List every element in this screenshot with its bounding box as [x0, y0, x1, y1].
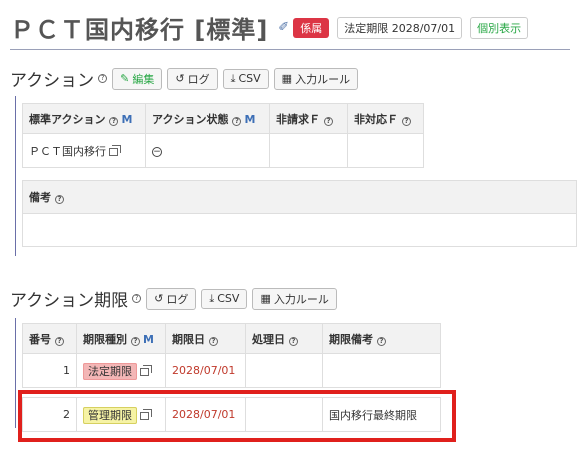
standard-action-cell: ＰＣＴ国内移行 — [22, 133, 146, 168]
col-processed-date[interactable]: 処理日? — [245, 323, 323, 354]
table-icon: ▦ — [260, 292, 271, 305]
table-row: 2 管理期限 2028/07/01 国内移行最終期限 — [22, 397, 441, 432]
remarks-value — [22, 213, 577, 247]
actions-section-title: アクション — [10, 71, 95, 91]
deadlines-section-title: アクション期限 — [10, 291, 129, 311]
processed-date-cell — [245, 397, 323, 432]
table-row: ＰＣＴ国内移行 − — [22, 133, 424, 168]
edit-icon: ✎ — [120, 72, 130, 85]
edit-icon[interactable]: ✐ — [278, 20, 289, 35]
non-claim-cell — [269, 133, 348, 168]
processed-date-cell — [245, 353, 323, 388]
help-icon[interactable]: ? — [132, 294, 142, 303]
status-badge: 係属 — [293, 17, 330, 38]
copy-icon[interactable] — [140, 364, 152, 376]
remarks-table: 備考? — [22, 180, 577, 247]
csv-button[interactable]: ⤓ CSV — [201, 288, 248, 309]
history-icon: ↺ — [175, 72, 185, 85]
number-cell: 2 — [22, 397, 77, 432]
csv-button[interactable]: ⤓ CSV — [222, 68, 269, 89]
row-spacer — [22, 387, 441, 398]
deadline-type-tag: 管理期限 — [83, 406, 137, 424]
help-icon[interactable]: ? — [98, 74, 108, 83]
download-icon: ⤓ — [209, 291, 215, 305]
section-divider — [15, 96, 16, 256]
legal-deadline-chip: 法定期限 2028/07/01 — [337, 16, 463, 39]
page-header: ＰＣＴ国内移行 [標準] ✐ 係属 法定期限 2028/07/01 個別表示 — [10, 6, 570, 50]
minus-circle-icon: − — [152, 146, 162, 158]
deadline-date-cell: 2028/07/01 — [165, 397, 246, 432]
table-row: 1 法定期限 2028/07/01 — [22, 353, 441, 388]
log-button[interactable]: ↺ ログ — [146, 287, 197, 310]
col-deadline-remarks[interactable]: 期限備考? — [322, 323, 441, 354]
actions-section-header: アクション ? ✎ 編集 ↺ ログ ⤓ CSV ▦ 入力ルール — [10, 66, 359, 91]
table-icon: ▦ — [281, 72, 293, 85]
deadlines-section-header: アクション期限 ? ↺ ログ ⤓ CSV ▦ 入力ルール — [10, 286, 337, 311]
col-deadline-type[interactable]: 期限種別? M — [76, 323, 166, 354]
deadline-remarks-cell: 国内移行最終期限 — [322, 397, 441, 432]
deadline-date-cell: 2028/07/01 — [165, 353, 246, 388]
col-action-status[interactable]: アクション状態? M — [145, 103, 270, 134]
copy-icon[interactable] — [109, 144, 121, 156]
input-rule-button[interactable]: ▦ 入力ルール — [273, 67, 359, 90]
deadline-remarks-cell — [322, 353, 441, 388]
deadline-type-cell: 法定期限 — [76, 353, 166, 388]
col-standard-action[interactable]: 標準アクション? M — [22, 103, 146, 134]
download-icon: ⤓ — [230, 71, 236, 85]
copy-icon[interactable] — [140, 408, 152, 420]
col-non-claim[interactable]: 非請求Ｆ? — [269, 103, 348, 134]
deadline-type-cell: 管理期限 — [76, 397, 166, 432]
section-divider — [15, 318, 16, 428]
history-icon: ↺ — [154, 292, 164, 305]
action-status-cell: − — [145, 133, 270, 168]
number-cell: 1 — [22, 353, 77, 388]
log-button[interactable]: ↺ ログ — [167, 67, 218, 90]
deadlines-table: 番号? 期限種別? M 期限日? 処理日? 期限備考? 1 法定期限 2028/0… — [22, 323, 441, 432]
individual-view-button[interactable]: 個別表示 — [470, 16, 529, 39]
input-rule-button[interactable]: ▦ 入力ルール — [252, 287, 337, 310]
non-response-cell — [347, 133, 424, 168]
remarks-label: 備考? — [22, 180, 577, 214]
actions-table: 標準アクション? M アクション状態? M 非請求Ｆ? 非対応Ｆ? ＰＣＴ国内移行 … — [22, 103, 424, 168]
deadline-type-tag: 法定期限 — [83, 362, 137, 380]
col-number[interactable]: 番号? — [22, 323, 77, 354]
col-non-response[interactable]: 非対応Ｆ? — [347, 103, 424, 134]
page-title: ＰＣＴ国内移行 [標準] — [10, 16, 269, 44]
col-deadline-date[interactable]: 期限日? — [165, 323, 246, 354]
edit-button[interactable]: ✎ 編集 — [112, 67, 163, 90]
